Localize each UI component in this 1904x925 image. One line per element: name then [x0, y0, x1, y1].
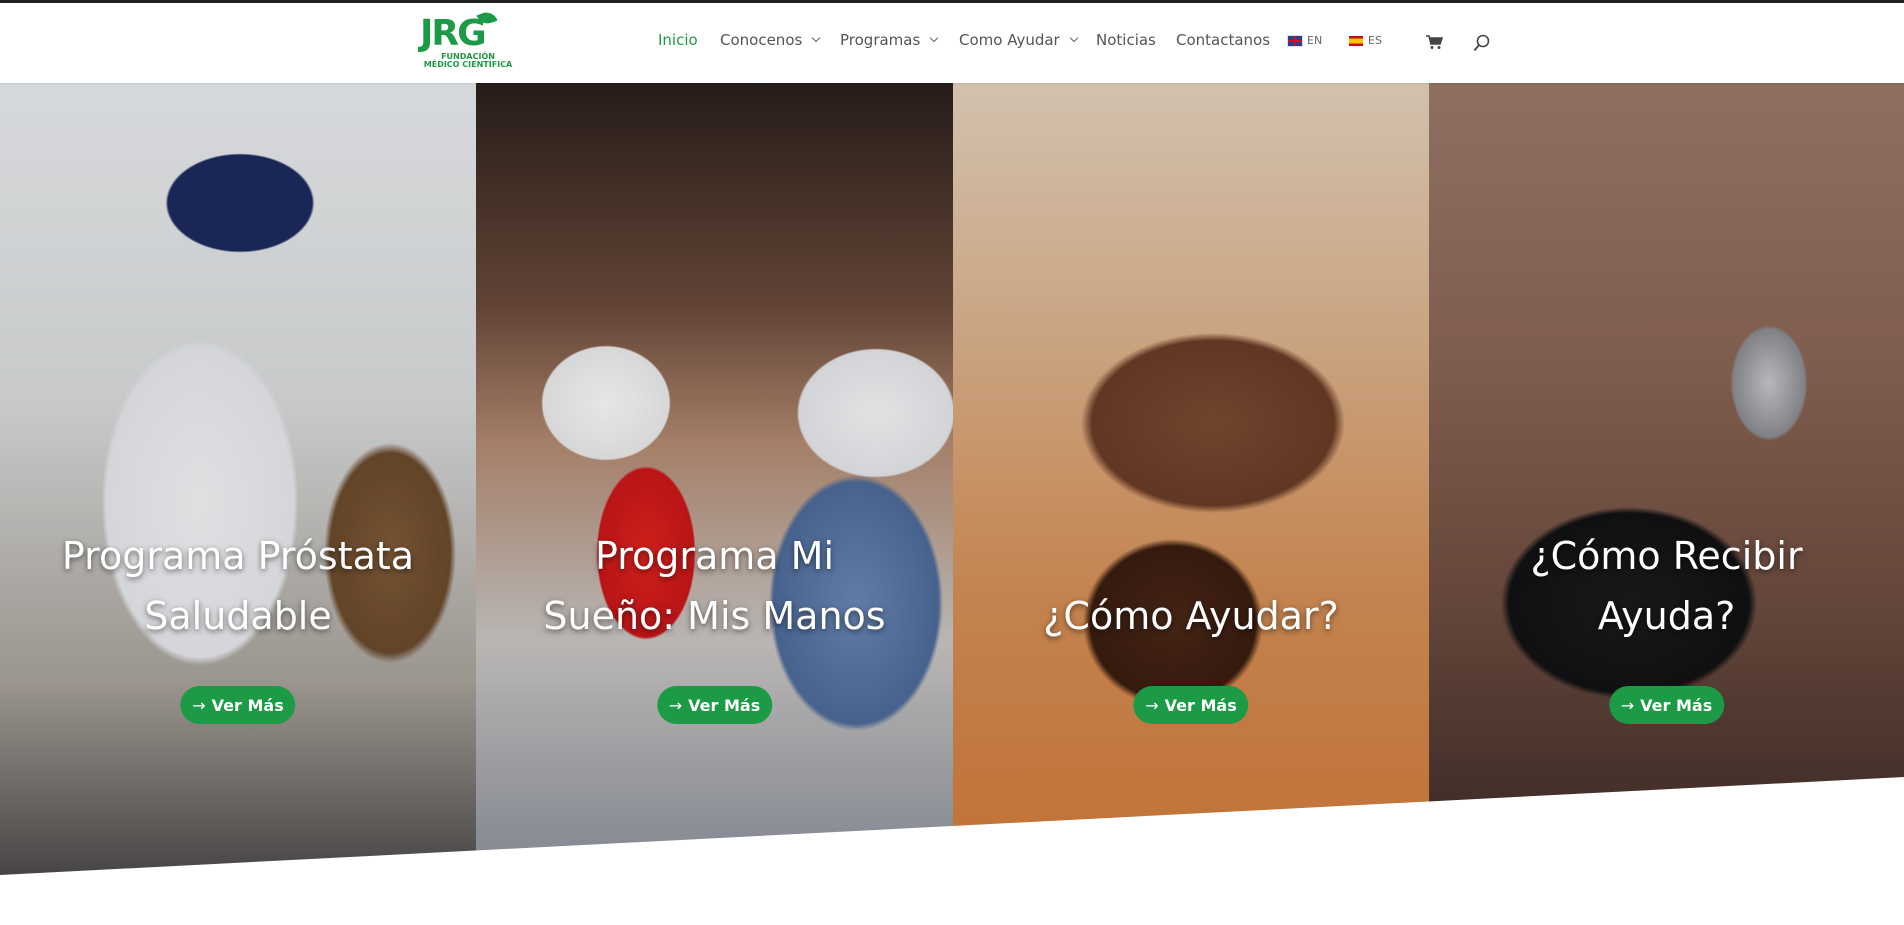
panel-title: Saludable — [144, 594, 332, 638]
nav-item-conocenos[interactable]: Conocenos — [720, 31, 821, 49]
nav-item-inicio[interactable]: Inicio — [658, 31, 698, 49]
language-code: ES — [1368, 34, 1382, 47]
nav-label: Conocenos — [720, 31, 803, 49]
language-en[interactable]: EN — [1287, 34, 1323, 47]
nav-label: Programas — [840, 31, 921, 49]
ver-mas-button[interactable]: → Ver Más — [1133, 686, 1249, 724]
chevron-down-icon — [930, 33, 939, 43]
panel-como-ayudar: ¿Cómo Ayudar? → Ver Más — [953, 83, 1429, 875]
nav-label: Como Ayudar — [959, 31, 1060, 49]
panel-title: Programa Próstata — [61, 534, 415, 578]
nav-label: Inicio — [658, 31, 698, 49]
language-code: EN — [1307, 34, 1323, 47]
language-es[interactable]: ES — [1349, 34, 1382, 47]
arrow-right-icon: → — [192, 695, 206, 715]
nav-item-noticias[interactable]: Noticias — [1096, 31, 1156, 49]
arrow-right-icon: → — [1145, 695, 1159, 715]
chevron-down-icon — [1069, 33, 1078, 43]
panel-overlay — [1429, 83, 1904, 875]
panel-title: Ayuda? — [1597, 594, 1736, 638]
search-icon[interactable] — [1473, 34, 1491, 52]
panel-title: Sueño: Mis Manos — [543, 594, 886, 638]
panel-title: ¿Cómo Recibir — [1530, 534, 1803, 578]
ver-mas-button[interactable]: → Ver Más — [1608, 686, 1725, 724]
panel-recibir-ayuda: ¿Cómo Recibir Ayuda? → Ver Más — [1429, 83, 1904, 875]
ver-mas-button[interactable]: → Ver Más — [180, 686, 296, 724]
panel-prostata: Programa Próstata Saludable → Ver Más — [0, 83, 476, 875]
button-label: Ver Más — [1164, 695, 1237, 715]
site-header: JRG FUNDACIÓN MÉDICO CIENTÍFICA Inicio C… — [0, 3, 1904, 83]
panel-overlay — [953, 83, 1429, 875]
panel-overlay — [0, 83, 476, 875]
nav-label: Noticias — [1096, 31, 1156, 49]
panel-title: ¿Cómo Ayudar? — [1043, 594, 1339, 638]
ver-mas-button[interactable]: → Ver Más — [656, 686, 773, 724]
panel-mis-manos: Programa Mi Sueño: Mis Manos → Ver Más — [476, 83, 953, 875]
nav-item-contactanos[interactable]: Contactanos — [1176, 31, 1270, 49]
nav-label: Contactanos — [1176, 31, 1271, 49]
nav-item-como-ayudar[interactable]: Como Ayudar — [959, 31, 1078, 49]
main-nav: Inicio Conocenos Programas Como Ayudar N… — [0, 3, 1904, 83]
hero-panels: Programa Próstata Saludable → Ver Más Pro… — [0, 83, 1904, 875]
arrow-right-icon: → — [668, 695, 683, 715]
arrow-right-icon: → — [1620, 695, 1635, 715]
button-label: Ver Más — [1640, 695, 1713, 715]
uk-flag-icon — [1287, 34, 1303, 47]
spain-flag-icon — [1349, 35, 1363, 46]
button-label: Ver Más — [211, 695, 284, 715]
panel-title: Programa Mi — [594, 534, 835, 578]
nav-item-programas[interactable]: Programas — [840, 31, 939, 49]
button-label: Ver Más — [688, 695, 761, 715]
panel-overlay — [476, 83, 953, 875]
cart-icon[interactable] — [1425, 34, 1443, 50]
chevron-down-icon — [812, 33, 821, 43]
